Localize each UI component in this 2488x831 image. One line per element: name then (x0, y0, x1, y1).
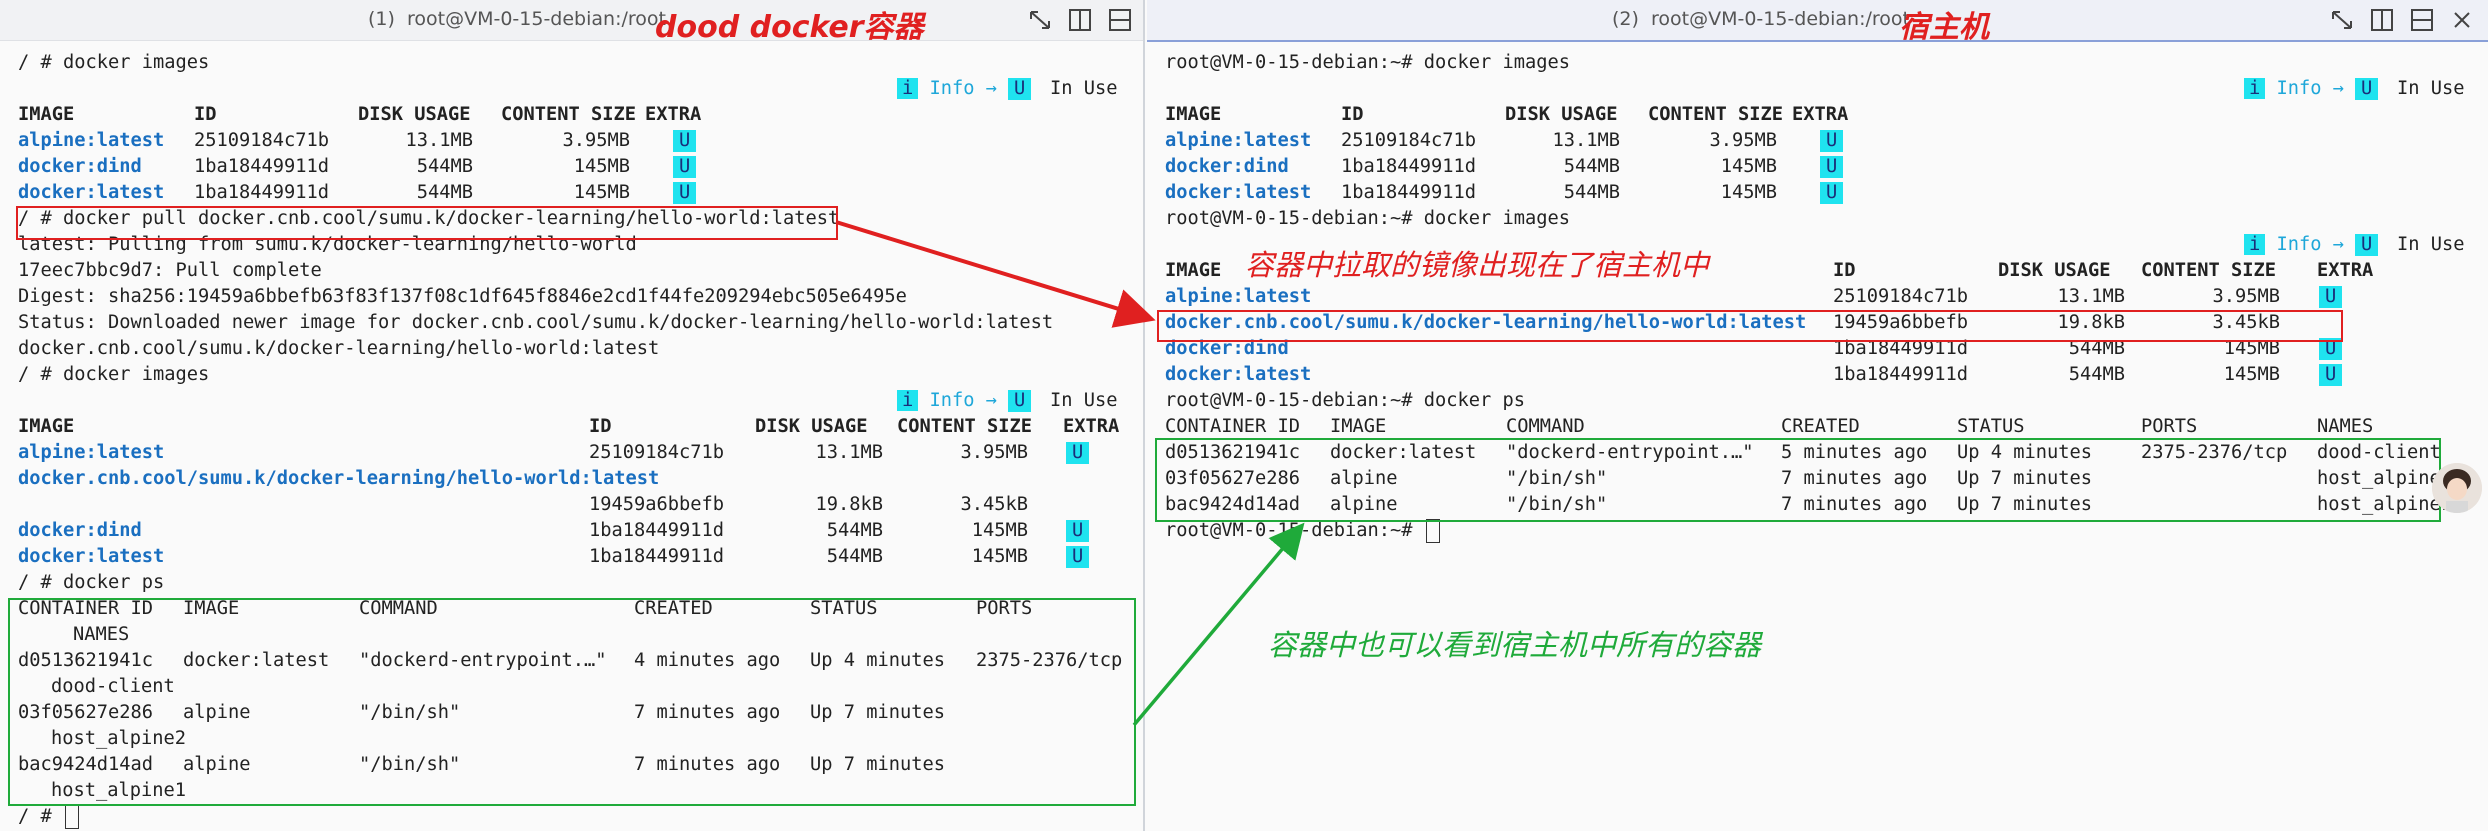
avatar[interactable] (2432, 463, 2482, 513)
arrow-red (835, 220, 1156, 328)
annotation-arrows (835, 220, 1305, 727)
arrow-green (1132, 522, 1305, 727)
